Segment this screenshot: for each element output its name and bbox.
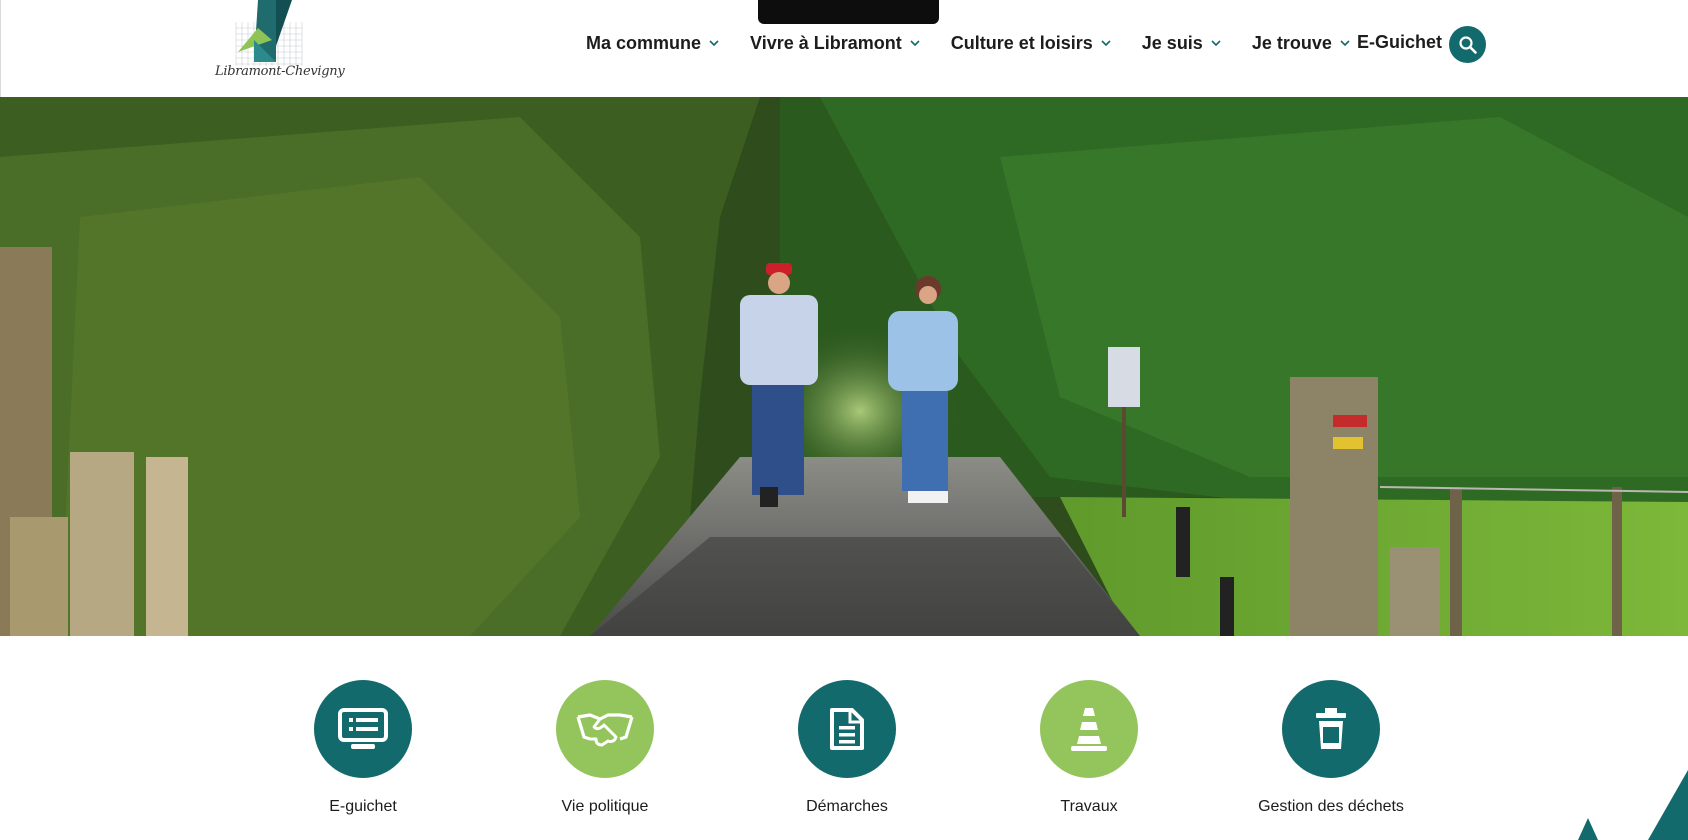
nav-item-label: Culture et loisirs (950, 32, 1093, 53)
nav-item-label: Ma commune (586, 32, 702, 53)
quick-link-gestion-des-dechets[interactable]: Gestion des déchets (1221, 680, 1441, 816)
site-header: Libramont-Chevigny Ma commune Vivre à Li… (0, 0, 1688, 97)
quick-link-circle (798, 680, 896, 778)
corner-decoration (1578, 770, 1688, 840)
quick-link-circle (1040, 680, 1138, 778)
chevron-down-icon (1211, 40, 1221, 47)
search-icon (1458, 35, 1477, 54)
nav-item-je-suis[interactable]: Je suis (1142, 33, 1222, 54)
chevron-down-icon (709, 40, 719, 47)
nav-item-label: Je suis (1141, 32, 1203, 53)
chevron-down-icon (1340, 40, 1350, 47)
logo-wordmark: Libramont-Chevigny (215, 64, 345, 79)
nav-item-vivre-a-libramont[interactable]: Vivre à Libramont (750, 33, 921, 54)
hero-photo (0, 97, 1688, 636)
quick-link-label: E-guichet (329, 798, 397, 815)
quick-link-circle (1282, 680, 1380, 778)
logo-mark-icon (235, 0, 303, 66)
quick-link-demarches[interactable]: Démarches (737, 680, 957, 816)
nav-item-ma-commune[interactable]: Ma commune (586, 33, 720, 54)
screen-list-icon (338, 708, 388, 749)
quick-link-circle (314, 680, 412, 778)
quick-link-travaux[interactable]: Travaux (979, 680, 1199, 816)
nav-item-je-trouve[interactable]: Je trouve (1252, 33, 1351, 54)
nav-item-label: Vivre à Libramont (750, 32, 902, 53)
quick-link-vie-politique[interactable]: Vie politique (495, 680, 715, 816)
nav-item-label: Je trouve (1251, 32, 1332, 53)
quick-link-label: Vie politique (561, 798, 649, 815)
quick-link-label: Démarches (806, 798, 888, 815)
quick-links: E-guichet Vie politique Démarches Travau… (0, 680, 1688, 840)
quick-link-circle (556, 680, 654, 778)
page: Libramont-Chevigny Ma commune Vivre à Li… (0, 0, 1688, 840)
search-button[interactable] (1449, 26, 1486, 63)
quick-link-label: Gestion des déchets (1258, 798, 1404, 815)
chevron-down-icon (910, 40, 920, 47)
trash-bin-icon (1316, 708, 1346, 749)
chevron-down-icon (1101, 40, 1111, 47)
traffic-cone-icon (1071, 708, 1107, 751)
quick-link-label: Travaux (1060, 798, 1118, 815)
handshake-icon (576, 713, 634, 747)
document-icon (830, 708, 864, 750)
eguichet-link[interactable]: E-Guichet (1357, 32, 1442, 53)
quick-link-e-guichet[interactable]: E-guichet (253, 680, 473, 816)
hero-image (0, 97, 1688, 636)
logo[interactable]: Libramont-Chevigny (214, 0, 345, 86)
camera-notch (758, 0, 939, 24)
main-nav: Ma commune Vivre à Libramont Culture et … (586, 30, 1381, 56)
nav-item-culture-et-loisirs[interactable]: Culture et loisirs (951, 33, 1112, 54)
